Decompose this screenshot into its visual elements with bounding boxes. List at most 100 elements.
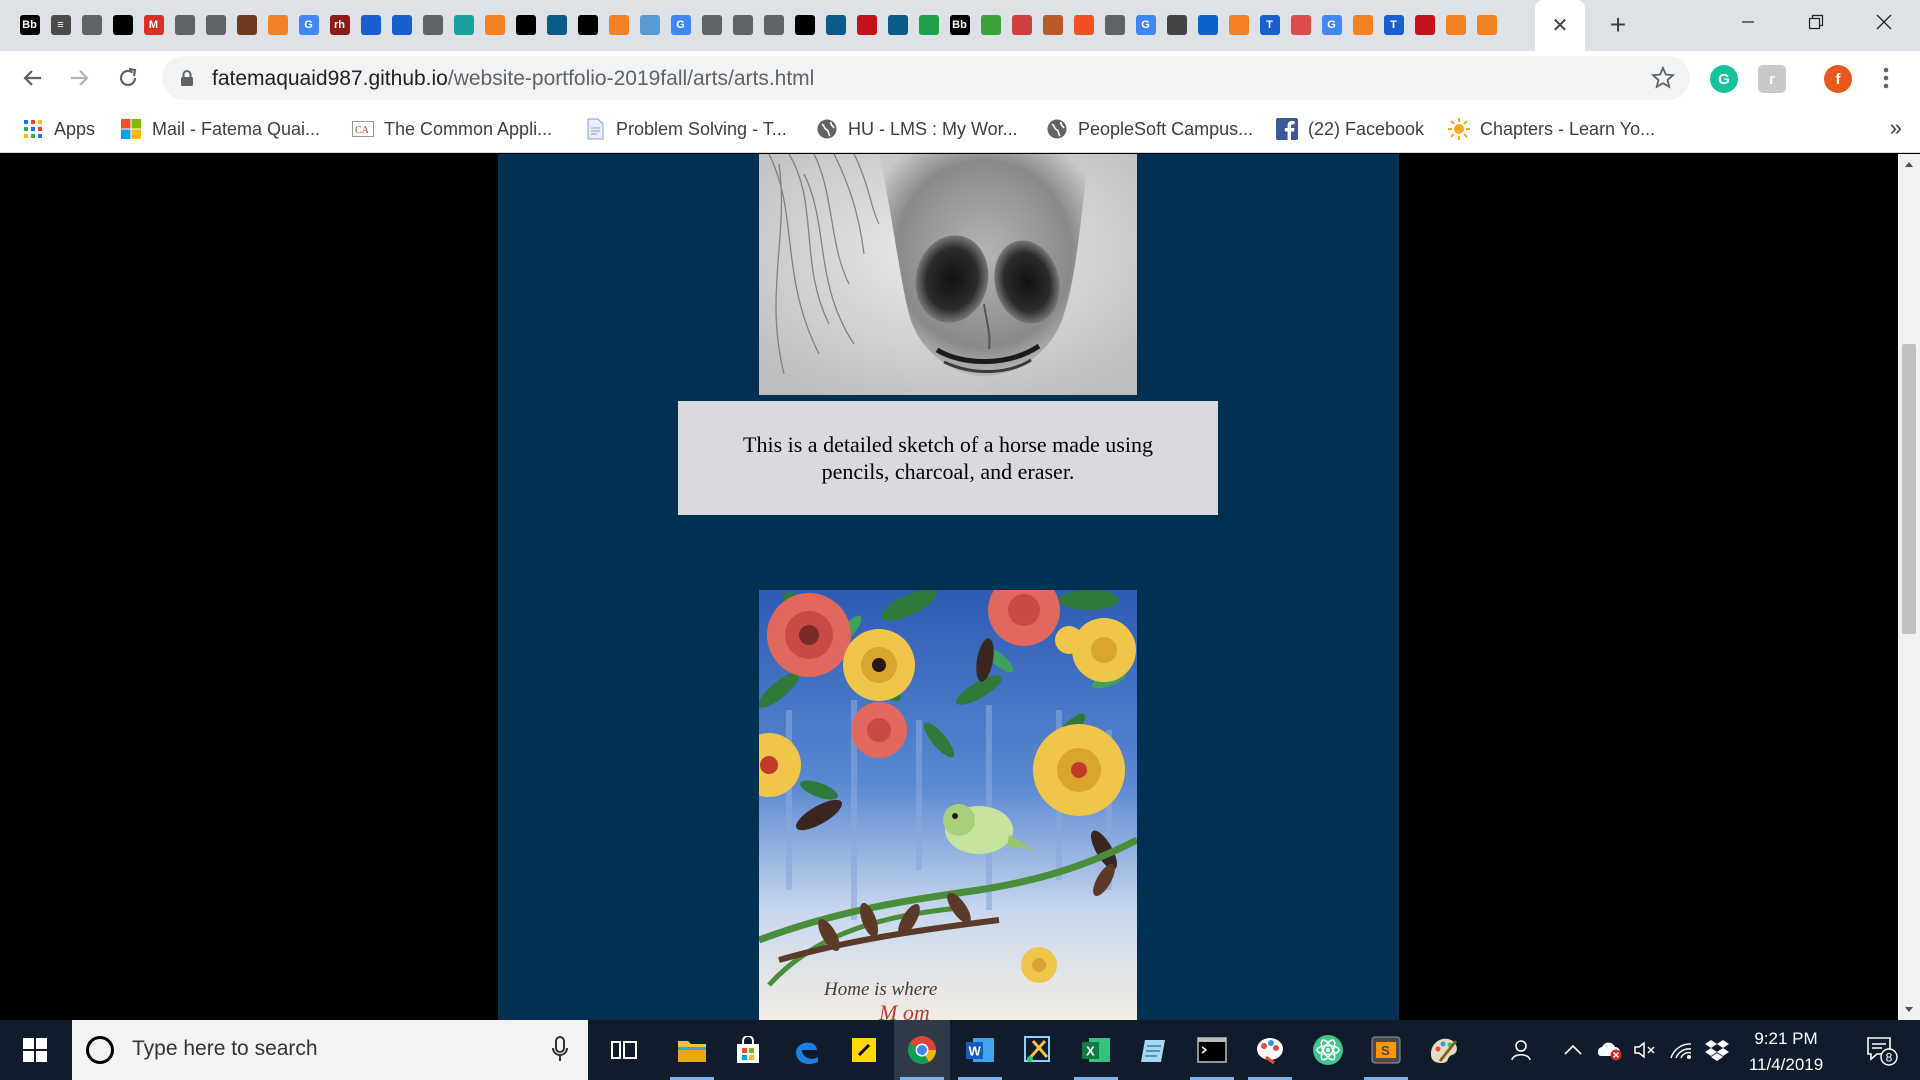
bookmark-mail[interactable]: Mail - Fatema Quai... (120, 115, 320, 143)
taskbar-search-input[interactable]: Type here to search (72, 1020, 588, 1080)
notepad-button[interactable] (1126, 1020, 1182, 1080)
browser-tab[interactable] (448, 9, 479, 41)
browser-tab[interactable] (572, 9, 603, 41)
browser-tab[interactable]: T (1254, 9, 1285, 41)
restore-button[interactable] (1782, 0, 1850, 44)
paint-3d-button[interactable] (1242, 1020, 1298, 1080)
close-tab-icon[interactable]: ✕ (1552, 13, 1569, 38)
back-button[interactable] (14, 60, 50, 96)
browser-tab[interactable] (758, 9, 789, 41)
browser-tab[interactable]: Bb (14, 9, 45, 41)
browser-tab[interactable] (634, 9, 665, 41)
browser-tab[interactable] (169, 9, 200, 41)
browser-tab[interactable] (417, 9, 448, 41)
profile-avatar[interactable]: f (1824, 65, 1852, 93)
file-explorer-button[interactable] (664, 1020, 720, 1080)
word-button[interactable]: W (952, 1020, 1008, 1080)
browser-tab[interactable]: G (1316, 9, 1347, 41)
sticky-notes-button[interactable] (836, 1020, 892, 1080)
task-view-button[interactable] (596, 1020, 652, 1080)
volume-muted-icon[interactable] (1630, 1020, 1660, 1080)
browser-tab[interactable] (200, 9, 231, 41)
browser-tab[interactable] (231, 9, 262, 41)
browser-tab[interactable] (820, 9, 851, 41)
reload-button[interactable] (110, 60, 146, 96)
browser-tab[interactable] (603, 9, 634, 41)
browser-tab[interactable]: M (138, 9, 169, 41)
command-prompt-button[interactable] (1184, 1020, 1240, 1080)
onedrive-status-icon[interactable] (1592, 1020, 1626, 1080)
browser-tab[interactable]: G (665, 9, 696, 41)
scroll-down-arrow-icon[interactable] (1898, 1000, 1920, 1020)
browser-tab[interactable] (1161, 9, 1192, 41)
microsoft-store-button[interactable] (720, 1020, 776, 1080)
forward-button[interactable] (62, 60, 98, 96)
url-text[interactable]: fatemaquaid987.github.io/website-portfol… (212, 67, 814, 91)
bookmark-peoplesoft[interactable]: PeopleSoft Campus... (1046, 115, 1253, 143)
vertical-scrollbar[interactable] (1898, 154, 1920, 1020)
action-center-button[interactable]: 8 (1852, 1020, 1912, 1080)
browser-tab[interactable] (789, 9, 820, 41)
browser-tab[interactable] (1409, 9, 1440, 41)
browser-tab[interactable] (541, 9, 572, 41)
browser-tab[interactable] (1347, 9, 1378, 41)
browser-tab[interactable] (1006, 9, 1037, 41)
browser-tab[interactable] (696, 9, 727, 41)
browser-tab[interactable] (107, 9, 138, 41)
minimize-button[interactable] (1714, 0, 1782, 44)
active-tab[interactable]: ✕ (1535, 0, 1585, 51)
address-bar[interactable]: fatemaquaid987.github.io/website-portfol… (162, 56, 1690, 100)
wifi-icon[interactable] (1664, 1020, 1698, 1080)
new-tab-button[interactable]: + (1600, 9, 1636, 40)
browser-tab[interactable] (1037, 9, 1068, 41)
browser-tab[interactable]: T (1378, 9, 1409, 41)
grammarly-extension-icon[interactable]: G (1710, 65, 1738, 93)
start-button[interactable] (0, 1020, 70, 1080)
browser-tab[interactable]: ≡ (45, 9, 76, 41)
bookmark-common-app[interactable]: CA The Common Appli... (352, 115, 552, 143)
excel-button[interactable]: X (1068, 1020, 1124, 1080)
bookmark-hu-lms[interactable]: HU - LMS : My Wor... (816, 115, 1018, 143)
bookmarks-overflow-chevron-icon[interactable]: » (1890, 115, 1902, 141)
browser-tab[interactable] (386, 9, 417, 41)
snipping-tool-button[interactable] (1010, 1020, 1066, 1080)
bookmark-problem-solving[interactable]: Problem Solving - T... (584, 115, 787, 143)
show-hidden-icons-button[interactable] (1558, 1020, 1588, 1080)
scrollbar-thumb[interactable] (1902, 344, 1916, 634)
browser-tab[interactable] (1099, 9, 1130, 41)
browser-tab[interactable] (1068, 9, 1099, 41)
browser-tab[interactable] (882, 9, 913, 41)
chrome-button[interactable] (894, 1020, 950, 1080)
browser-tab[interactable] (1440, 9, 1471, 41)
close-window-button[interactable] (1850, 0, 1918, 44)
paint-button[interactable] (1416, 1020, 1472, 1080)
browser-tab[interactable] (851, 9, 882, 41)
browser-tab[interactable] (479, 9, 510, 41)
dropbox-icon[interactable] (1700, 1020, 1734, 1080)
system-clock[interactable]: 9:21 PM 11/4/2019 (1732, 1026, 1840, 1078)
extension-icon[interactable]: r (1758, 65, 1786, 93)
browser-tab[interactable] (975, 9, 1006, 41)
browser-tab[interactable] (1223, 9, 1254, 41)
browser-tab[interactable] (262, 9, 293, 41)
browser-tab[interactable] (727, 9, 758, 41)
scroll-up-arrow-icon[interactable] (1898, 154, 1920, 174)
bookmark-facebook[interactable]: (22) Facebook (1276, 115, 1424, 143)
browser-tab[interactable] (1192, 9, 1223, 41)
browser-tab[interactable] (76, 9, 107, 41)
browser-tab[interactable] (1471, 9, 1502, 41)
edge-browser-button[interactable] (778, 1020, 834, 1080)
browser-tab[interactable]: Bb (944, 9, 975, 41)
browser-tab[interactable] (1285, 9, 1316, 41)
browser-tab[interactable] (355, 9, 386, 41)
people-button[interactable] (1500, 1020, 1540, 1080)
browser-tab[interactable] (913, 9, 944, 41)
bookmark-chapters[interactable]: Chapters - Learn Yo... (1448, 115, 1655, 143)
chrome-menu-button[interactable] (1868, 60, 1904, 96)
browser-tab[interactable]: rh (324, 9, 355, 41)
browser-tab[interactable]: G (1130, 9, 1161, 41)
atom-editor-button[interactable] (1300, 1020, 1356, 1080)
bookmark-apps[interactable]: Apps (22, 115, 95, 143)
browser-tab[interactable]: G (293, 9, 324, 41)
browser-tab[interactable] (510, 9, 541, 41)
